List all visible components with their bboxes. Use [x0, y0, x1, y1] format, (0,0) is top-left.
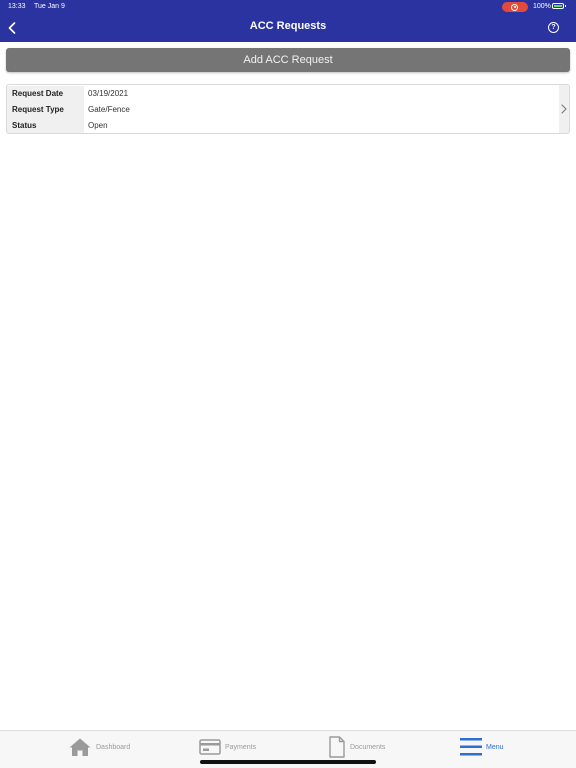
status-label: Status	[7, 118, 84, 133]
request-date-value: 03/19/2021	[88, 89, 129, 98]
menu-icon	[460, 738, 482, 756]
request-type-label: Request Type	[7, 102, 84, 118]
request-date-label: Request Date	[7, 86, 84, 102]
document-icon	[329, 736, 345, 758]
page-title: ACC Requests	[249, 20, 327, 32]
tab-documents[interactable]: Documents	[328, 731, 385, 763]
status-row: Status Open	[7, 118, 559, 133]
home-indicator[interactable]	[200, 760, 376, 764]
chevron-right-icon	[561, 104, 567, 114]
request-type-row: Request Type Gate/Fence	[7, 102, 559, 118]
tab-payments-label: Payments	[225, 743, 257, 751]
tab-menu[interactable]: Menu	[460, 731, 504, 763]
status-value: Open	[88, 121, 108, 130]
tab-documents-label: Documents	[350, 743, 386, 751]
tab-dashboard-label: Dashboard	[96, 743, 131, 751]
card-icon	[199, 739, 221, 755]
status-bar: 13:33 Tue Jan 9 100%	[0, 0, 576, 13]
status-date: Tue Jan 9	[34, 3, 65, 10]
request-card[interactable]: Request Date 03/19/2021 Request Type Gat…	[6, 84, 570, 134]
record-icon	[511, 3, 518, 11]
app-header: 13:33 Tue Jan 9 100% ACC Requests ?	[0, 0, 576, 42]
battery-icon	[552, 3, 564, 9]
help-icon[interactable]: ?	[548, 22, 559, 33]
status-time: 13:33	[8, 3, 26, 10]
home-icon	[69, 738, 91, 756]
screen-recording-indicator[interactable]	[502, 2, 528, 12]
tab-menu-label: Menu	[486, 743, 504, 751]
tab-payments[interactable]: Payments	[199, 731, 256, 763]
open-request-chevron[interactable]	[559, 85, 569, 133]
add-acc-request-button[interactable]: Add ACC Request	[6, 48, 570, 72]
battery-percentage: 100%	[533, 3, 551, 10]
request-type-value: Gate/Fence	[88, 105, 130, 114]
tab-dashboard[interactable]: Dashboard	[68, 731, 130, 763]
request-date-row: Request Date 03/19/2021	[7, 86, 559, 102]
